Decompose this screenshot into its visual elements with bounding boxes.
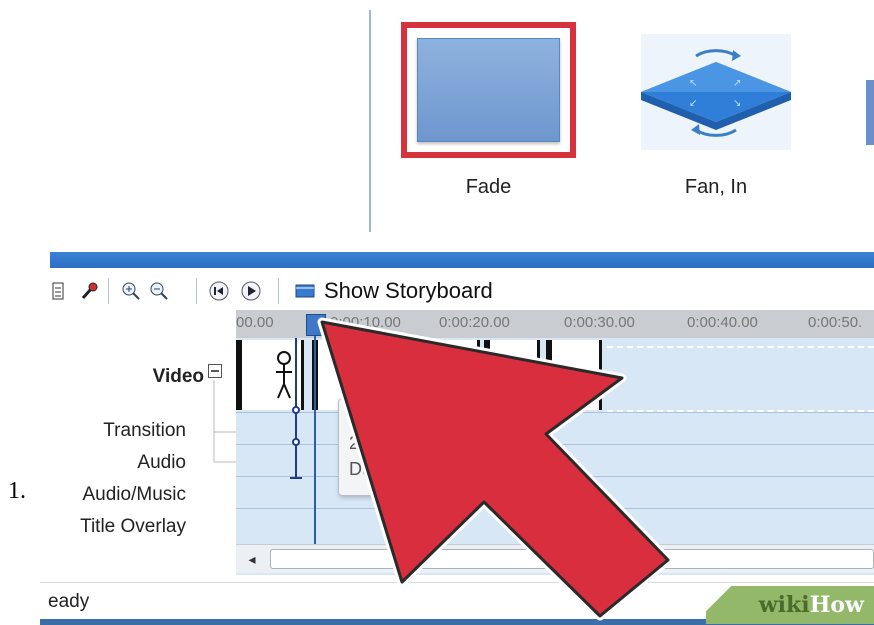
timeline-panel: Video Transition Audio Audio/Music Title… [50, 310, 874, 575]
track-divider [236, 476, 874, 477]
fan-in-preview-icon: ↖ ↗ ↙ ↘ [641, 49, 791, 137]
empty-clip-placeholder [607, 346, 874, 412]
storyboard-grid-icon[interactable] [50, 280, 72, 302]
ruler-tick: 0:00:30.00 [564, 314, 635, 331]
timeline-tracks[interactable]: 00.00 0:00:10.00 0:00:20.00 0:00:30.00 0… [236, 310, 874, 575]
rewind-icon[interactable] [208, 280, 230, 302]
wikihow-watermark: wikiHow [706, 586, 874, 624]
track-label-title-overlay: Title Overlay [80, 516, 186, 537]
svg-text:↘: ↘ [733, 98, 741, 109]
storyboard-icon[interactable] [294, 280, 316, 302]
transition-fade-label: Fade [465, 176, 512, 198]
track-tree-lines [213, 380, 236, 463]
section-separator-bar [50, 252, 874, 268]
track-labels: Video Transition Audio Audio/Music Title… [50, 310, 236, 575]
time-ruler[interactable]: 00.00 0:00:10.00 0:00:20.00 0:00:30.00 0… [236, 310, 874, 338]
transition-fade-thumbnail[interactable] [401, 22, 576, 158]
watermark-text: wikiHow [759, 592, 864, 618]
svg-text:↖: ↖ [689, 78, 697, 89]
watermark-wiki: wiki [758, 592, 810, 618]
toolbar-separator [196, 278, 197, 304]
transition-fan-in-label: Fan, In [684, 176, 748, 198]
fade-preview [417, 38, 560, 142]
zoom-in-icon[interactable] [120, 280, 142, 302]
ruler-tick: 0:00:40.00 [687, 314, 758, 331]
clip-trim-handles[interactable] [288, 338, 304, 480]
svg-text:↙: ↙ [689, 98, 697, 109]
scroll-left-arrow-icon[interactable]: ◂ [242, 549, 262, 569]
track-label-audio-music: Audio/Music [82, 484, 187, 505]
ruler-tick: 0:00:10.00 [330, 314, 401, 331]
tooltip-line: Durat [349, 459, 394, 479]
track-label-audio: Audio [137, 452, 186, 473]
status-text: eady [48, 591, 90, 612]
track-divider [236, 508, 874, 509]
svg-text:↗: ↗ [733, 78, 741, 89]
clip-tooltip: 0: 2 Durat [338, 398, 550, 496]
watermark-how: How [809, 592, 864, 618]
toolbar-separator [108, 278, 109, 304]
step-number: 1. [8, 478, 26, 504]
timeline-toolbar: Show Storyboard [50, 272, 874, 310]
zoom-out-icon[interactable] [148, 280, 170, 302]
ruler-tick: 00.00 [236, 314, 274, 331]
toolbar-separator [278, 278, 279, 304]
track-label-video: Video [152, 366, 204, 387]
panel-divider [369, 10, 371, 232]
playhead-line [314, 330, 316, 544]
ruler-tick: 0:00:50. [808, 314, 863, 331]
show-storyboard-button[interactable]: Show Storyboard [324, 278, 493, 304]
ruler-tick: 0:00:20.00 [439, 314, 510, 331]
tooltip-line: 2 [349, 433, 360, 453]
transition-fan-in-thumbnail[interactable]: ↖ ↗ ↙ ↘ [641, 34, 791, 150]
track-divider [236, 444, 874, 445]
scrollbar-thumb[interactable] [270, 549, 874, 569]
track-label-transition: Transition [103, 420, 186, 441]
collapse-minus-icon[interactable] [208, 364, 222, 378]
narrate-microphone-icon[interactable] [78, 280, 100, 302]
video-clip[interactable] [546, 340, 602, 410]
tooltip-line: 0: [349, 407, 365, 427]
playhead-handle[interactable] [306, 314, 326, 336]
transition-partial-thumbnail[interactable] [866, 80, 874, 145]
play-icon[interactable] [240, 280, 262, 302]
track-divider [236, 412, 874, 413]
horizontal-scrollbar[interactable]: ◂ [236, 544, 874, 573]
